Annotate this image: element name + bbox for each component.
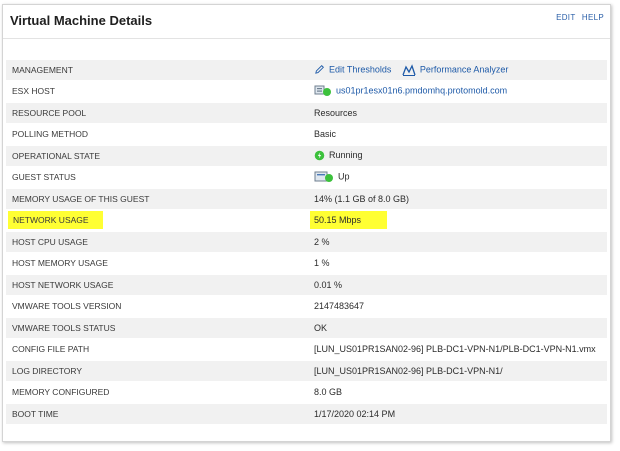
row-value: 8.0 GB	[312, 382, 607, 402]
row-label: LOG DIRECTORY	[6, 361, 312, 381]
table-row: LOG DIRECTORY [LUN_US01PR1SAN02-96] PLB-…	[6, 361, 607, 381]
help-link[interactable]: HELP	[582, 13, 604, 22]
row-value: 2 %	[312, 232, 607, 252]
row-value: OK	[312, 318, 607, 338]
guest-status-icon	[314, 171, 333, 183]
network-usage-value: 50.15 Mbps	[310, 211, 388, 230]
row-label: OPERATIONAL STATE	[6, 146, 312, 166]
panel-header: Virtual Machine Details EDIT HELP	[3, 5, 610, 37]
table-row: CONFIG FILE PATH [LUN_US01PR1SAN02-96] P…	[6, 339, 607, 359]
table-row: VMWARE TOOLS VERSION 2147483647	[6, 296, 607, 316]
row-value: 1 %	[312, 253, 607, 273]
table-row: GUEST STATUS Up	[6, 167, 607, 187]
table-row: MEMORY CONFIGURED 8.0 GB	[6, 382, 607, 402]
table-row: HOST MEMORY USAGE 1 %	[6, 253, 607, 273]
table-row-highlighted: NETWORK USAGE 50.15 Mbps	[6, 210, 607, 230]
row-value: 1/17/2020 02:14 PM	[312, 404, 607, 424]
row-value: us01pr1esx01n6.pmdomhq.protomold.com	[312, 81, 607, 101]
table-row: RESOURCE POOL Resources	[6, 103, 607, 123]
row-value: Running	[312, 146, 607, 166]
row-label: POLLING METHOD	[6, 124, 312, 144]
table-row: HOST CPU USAGE 2 %	[6, 232, 607, 252]
performance-analyzer-link[interactable]: Performance Analyzer	[420, 64, 509, 74]
table-row: MEMORY USAGE OF THIS GUEST 14% (1.1 GB o…	[6, 189, 607, 209]
performance-analyzer-icon[interactable]	[402, 64, 416, 76]
pencil-icon[interactable]	[314, 64, 325, 75]
table-row: OPERATIONAL STATE Running	[6, 146, 607, 166]
row-label: GUEST STATUS	[6, 167, 312, 187]
esx-host-link[interactable]: us01pr1esx01n6.pmdomhq.protomold.com	[336, 86, 507, 96]
row-value: [LUN_US01PR1SAN02-96] PLB-DC1-VPN-N1/PLB…	[312, 339, 607, 359]
table-row: BOOT TIME 1/17/2020 02:14 PM	[6, 404, 607, 424]
table-row: ESX HOST us01pr1esx01n6.pmdomhq.protomol…	[6, 81, 607, 101]
panel-title: Virtual Machine Details	[10, 13, 153, 28]
row-value: 14% (1.1 GB of 8.0 GB)	[312, 189, 607, 209]
row-label: HOST CPU USAGE	[6, 232, 312, 252]
header-divider	[3, 38, 610, 39]
row-value: Basic	[312, 124, 607, 144]
row-label: HOST NETWORK USAGE	[6, 275, 312, 295]
table-row: MANAGEMENT Edit Thresholds Performance A…	[6, 60, 607, 80]
header-links: EDIT HELP	[552, 13, 604, 22]
details-table: MANAGEMENT Edit Thresholds Performance A…	[6, 58, 607, 426]
row-label: RESOURCE POOL	[6, 103, 312, 123]
row-label: VMWARE TOOLS VERSION	[6, 296, 312, 316]
row-label: MANAGEMENT	[6, 60, 312, 80]
row-label: MEMORY CONFIGURED	[6, 382, 312, 402]
network-usage-label: NETWORK USAGE	[8, 211, 103, 230]
table-row: HOST NETWORK USAGE 0.01 %	[6, 275, 607, 295]
row-label: HOST MEMORY USAGE	[6, 253, 312, 273]
running-status-icon	[314, 151, 325, 161]
edit-thresholds-link[interactable]: Edit Thresholds	[329, 64, 391, 74]
esx-host-icon	[314, 85, 331, 97]
row-label: CONFIG FILE PATH	[6, 339, 312, 359]
row-label: MEMORY USAGE OF THIS GUEST	[6, 189, 312, 209]
virtual-machine-details-panel: Virtual Machine Details EDIT HELP MANAGE…	[2, 4, 611, 442]
row-label: VMWARE TOOLS STATUS	[6, 318, 312, 338]
table-row: VMWARE TOOLS STATUS OK	[6, 318, 607, 338]
row-value: Edit Thresholds Performance Analyzer	[312, 60, 607, 80]
row-value: Resources	[312, 103, 607, 123]
guest-status-value: Up	[338, 171, 350, 182]
row-value: 2147483647	[312, 296, 607, 316]
row-value: Up	[312, 167, 607, 187]
row-label: BOOT TIME	[6, 404, 312, 424]
row-label: NETWORK USAGE	[6, 210, 312, 230]
row-value: 50.15 Mbps	[310, 210, 607, 230]
row-value: [LUN_US01PR1SAN02-96] PLB-DC1-VPN-N1/	[312, 361, 607, 381]
table-row: POLLING METHOD Basic	[6, 124, 607, 144]
row-value: 0.01 %	[312, 275, 607, 295]
operational-state-value: Running	[329, 150, 363, 161]
row-label: ESX HOST	[6, 81, 312, 101]
edit-link[interactable]: EDIT	[556, 13, 575, 22]
